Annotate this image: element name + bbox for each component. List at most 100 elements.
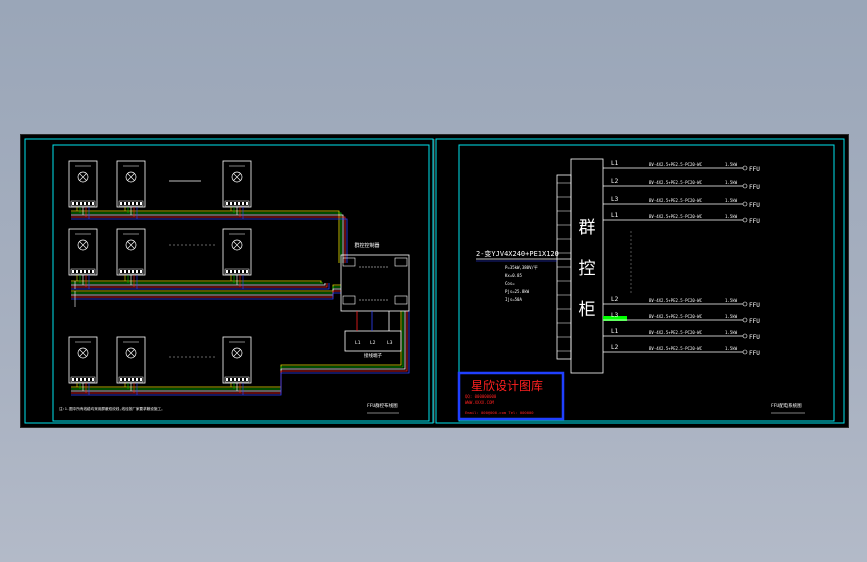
ffu-terminal-pin [132,202,134,205]
ffu-terminal-pin [124,378,126,381]
circuit-phase: L1 [611,328,619,335]
stamp-line-1: QQ: 000000000 [465,394,497,399]
ffu-terminal-pin [120,270,122,273]
cabinet-label-char: 控 [579,259,596,279]
ffu-terminal [118,200,144,207]
circuit-desc: BV-4X2.5+PE2.5-PC20-WC [649,180,703,185]
circuit-target: FFU [749,350,760,357]
ffu-terminal-pin [120,378,122,381]
circuit-phase: L1 [611,212,619,219]
ffu-terminal-pin [76,202,78,205]
ffu-unit-grid [68,160,252,384]
circuit-desc: BV-4X2.5+PE2.5-PC20-WC [649,198,703,203]
ffu-terminal-pin [92,202,94,205]
control-wire [71,284,341,292]
circuit-terminal [742,217,748,223]
control-wire [71,311,404,390]
circuit-target: FFU [749,318,760,325]
ffu-terminal-pin [88,202,90,205]
ffu-terminal-pin [84,270,86,273]
circuit-desc: BV-4X2.5+PE2.5-PC20-WC [649,330,703,335]
controller-title: 群控控制器 [354,242,379,249]
terminal-label: 接线端子 [364,352,382,359]
circuit-target: FFU [749,184,760,191]
ffu-unit [222,228,252,276]
circuit-terminal [742,317,748,323]
controller-port [394,295,408,305]
ffu-terminal-pin [124,202,126,205]
ffu-terminal-pin [92,270,94,273]
ffu-terminal [224,376,250,383]
ffu-terminal-pin [92,378,94,381]
stamp-title: 星欣设计图库 [471,378,543,393]
ffu-terminal-pin [238,202,240,205]
strip-ticks [557,182,571,352]
terminal-l1: L1 [355,340,361,346]
ffu-terminal-pin [80,202,82,205]
ffu-terminal-pin [88,378,90,381]
ffu-terminal-pin [136,202,138,205]
ffu-terminal-pin [234,378,236,381]
circuit-target: FFU [749,302,760,309]
ffu-terminal-pin [246,202,248,205]
circuit-power: 1.5kW [725,180,738,185]
ffu-terminal-pin [76,270,78,273]
terminal-l3: L3 [387,340,393,346]
ffu-unit [222,336,252,384]
ffu-terminal-pin [128,202,130,205]
control-wire [71,214,344,263]
circuit-target: FFU [749,334,760,341]
control-wire [71,212,342,263]
ffu-terminal-pin [242,202,244,205]
ffu-unit [68,160,98,208]
control-wire [71,286,341,294]
cable-note: Pjs=25.8kW [505,289,530,294]
ffu-terminal-pin [246,270,248,273]
circuit-desc: BV-4X2.5+PE2.5-PC20-WC [649,162,703,167]
ffu-terminal-pin [230,270,232,273]
circuit-power: 1.5kW [725,198,738,203]
ffu-terminal-pin [230,202,232,205]
circuit-power: 1.5kW [725,162,738,167]
ffu-terminal-pin [140,378,142,381]
control-wire [71,288,341,296]
circuit-phase: L2 [611,344,619,351]
group-controller [340,254,410,312]
circuit-terminal [742,165,748,171]
ffu-terminal [70,376,96,383]
circuit-terminal [742,349,748,355]
circuit-power: 1.5kW [725,314,738,319]
stamp-line-2: WWW.XXXX.COM [465,400,494,405]
ffu-terminal-pin [84,378,86,381]
ffu-terminal-pin [140,270,142,273]
ffu-terminal-pin [136,378,138,381]
ffu-terminal-pin [124,270,126,273]
circuit-power: 1.5kW [725,330,738,335]
control-wire [71,290,341,298]
control-wire [71,218,348,263]
cabinet-label-char: 群 [579,218,596,238]
cable-note: P=35kW,380V/平 [505,265,538,270]
ffu-terminal [118,376,144,383]
ffu-terminal-pin [88,270,90,273]
stamp-line-3: Email: 000@000.com Tel: 000000 [465,410,534,415]
ffu-unit [116,160,146,208]
circuit-target: FFU [749,202,760,209]
cabinet-label-char: 柜 [579,300,596,320]
ffu-terminal [224,200,250,207]
ffu-terminal-pin [238,270,240,273]
ffu-unit [116,336,146,384]
ffu-terminal-pin [128,378,130,381]
ffu-terminal-pin [246,378,248,381]
circuit-power: 1.5kW [725,298,738,303]
circuit-target: FFU [749,218,760,225]
circuit-phase: L1 [611,160,619,167]
ffu-terminal-pin [226,270,228,273]
ffu-terminal-pin [140,202,142,205]
ffu-terminal-pin [76,378,78,381]
circuit-power: 1.5kW [725,346,738,351]
ffu-terminal-pin [80,378,82,381]
ffu-terminal-pin [80,270,82,273]
ffu-terminal-pin [120,202,122,205]
control-wire [71,311,402,388]
